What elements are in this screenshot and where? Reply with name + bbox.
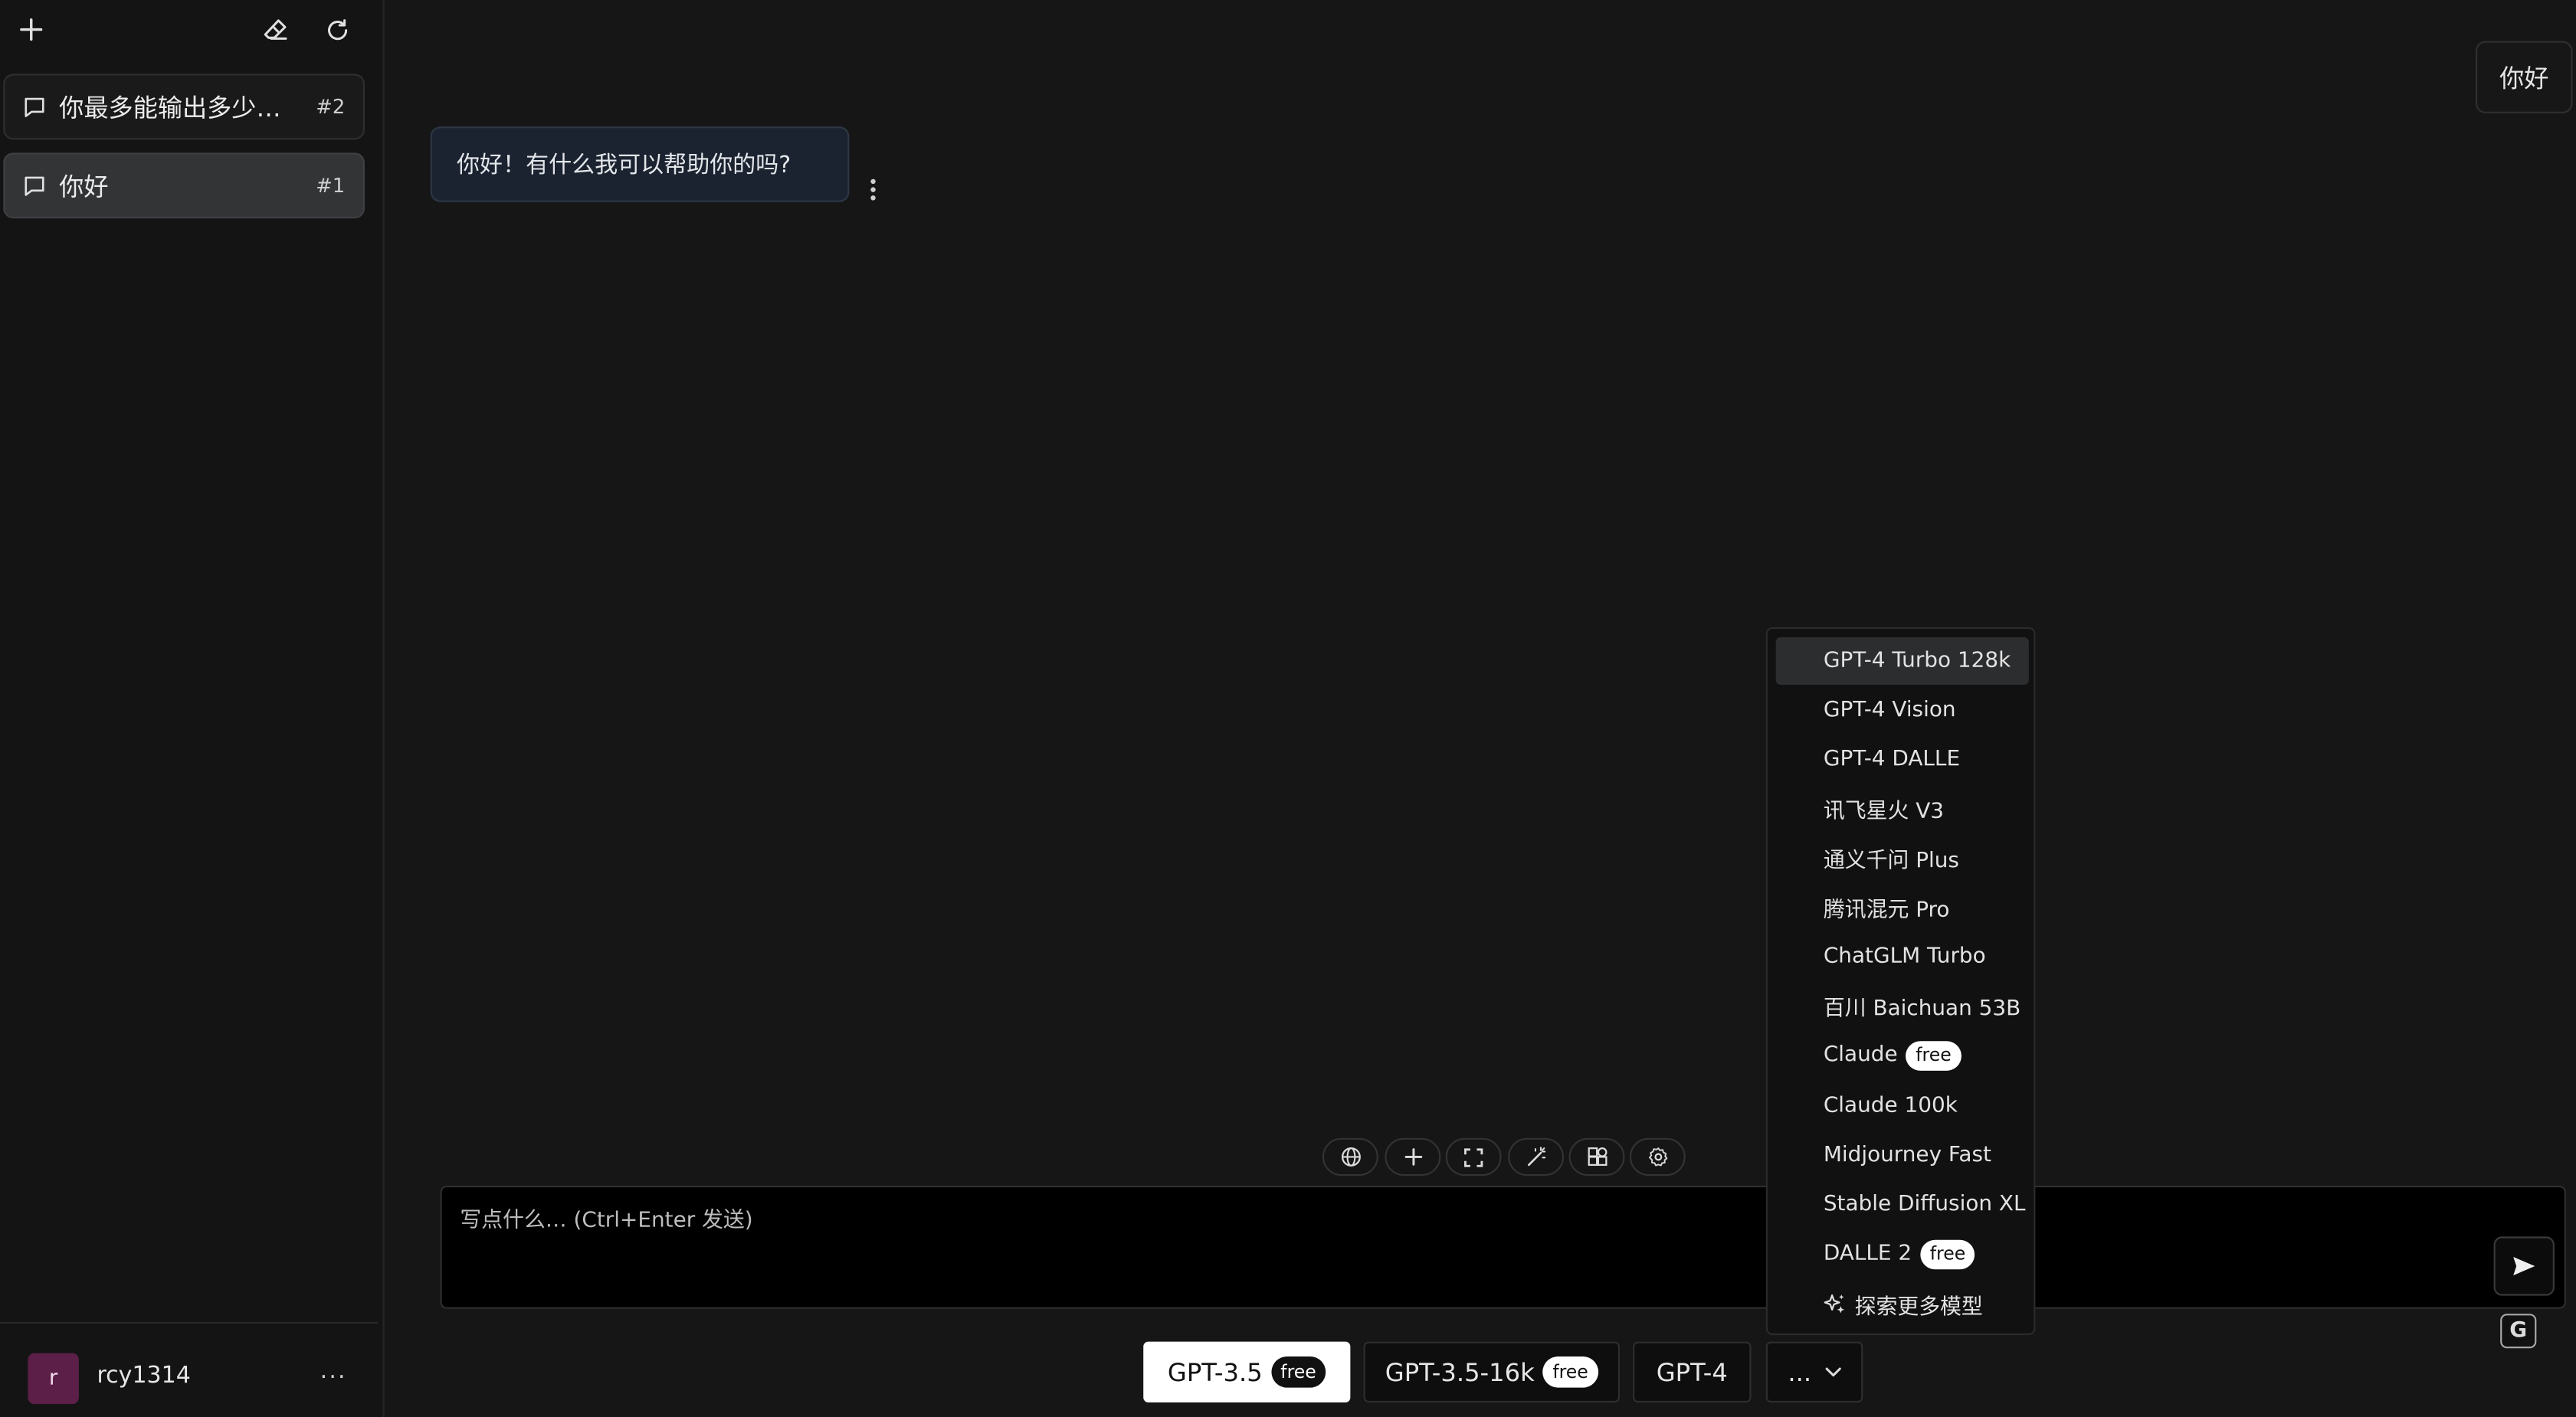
chat-bubble-icon xyxy=(25,176,44,196)
dropdown-item[interactable]: Claude free xyxy=(1776,1031,2029,1078)
g-badge-icon[interactable]: G xyxy=(2500,1314,2537,1349)
refresh-icon[interactable] xyxy=(317,10,356,49)
model-dropdown: GPT-4 Turbo 128k GPT-4 Vision GPT-4 DALL… xyxy=(1765,627,2036,1336)
message-input[interactable] xyxy=(440,1185,2566,1309)
model-more-button[interactable]: ... xyxy=(1765,1341,1863,1402)
dropdown-item-label: DALLE 2 xyxy=(1823,1241,1912,1267)
dropdown-item[interactable]: 讯飞星火 V3 xyxy=(1776,785,2029,833)
username: rcy1314 xyxy=(97,1363,191,1389)
dropdown-item[interactable]: 通义千问 Plus xyxy=(1776,834,2029,882)
dropdown-item[interactable]: GPT-4 Vision xyxy=(1776,686,2029,734)
explore-more-models[interactable]: 探索更多模型 xyxy=(1776,1281,2029,1328)
model-button-gpt35-16k[interactable]: GPT-3.5-16k free xyxy=(1363,1341,1620,1402)
send-icon[interactable] xyxy=(2493,1236,2555,1296)
magic-wand-icon[interactable] xyxy=(1508,1137,1565,1176)
free-badge: free xyxy=(1919,1239,1976,1269)
conversation-title: 你最多能输出多少个... xyxy=(59,93,303,123)
conversation-number: #1 xyxy=(316,174,346,198)
model-label: GPT-4 xyxy=(1656,1357,1728,1387)
dropdown-item[interactable]: DALLE 2 free xyxy=(1776,1230,2029,1278)
dropdown-item[interactable]: 百川 Baichuan 53B xyxy=(1776,982,2029,1029)
free-badge: free xyxy=(1270,1356,1326,1388)
plugin-icon[interactable] xyxy=(1568,1137,1625,1176)
user-message: 你好 xyxy=(2476,41,2573,113)
bot-message: 你好！有什么我可以帮助你的吗? xyxy=(430,126,850,202)
sidebar: 你最多能输出多少个... #2 你好 #1 r rcy1314 ··· xyxy=(0,0,385,1417)
dropdown-item[interactable]: Claude 100k xyxy=(1776,1082,2029,1130)
conversation-number: #2 xyxy=(316,95,346,119)
conversation-item[interactable]: 你最多能输出多少个... #2 xyxy=(3,74,365,140)
sparkle-icon xyxy=(1824,1294,1845,1314)
explore-label: 探索更多模型 xyxy=(1854,1295,1983,1320)
model-button-gpt4[interactable]: GPT-4 xyxy=(1633,1341,1752,1402)
fullscreen-icon[interactable] xyxy=(1445,1137,1502,1176)
conversation-title: 你好 xyxy=(59,172,109,201)
model-label: ... xyxy=(1788,1357,1812,1387)
dropdown-item[interactable]: Midjourney Fast xyxy=(1776,1131,2029,1179)
dropdown-item[interactable]: 腾讯混元 Pro xyxy=(1776,883,2029,931)
more-options-button[interactable]: ··· xyxy=(316,1360,352,1396)
dropdown-item-label: Claude xyxy=(1823,1042,1898,1068)
free-badge: free xyxy=(1906,1040,1961,1070)
dropdown-item[interactable]: GPT-4 DALLE xyxy=(1776,736,2029,784)
model-button-gpt35[interactable]: GPT-3.5 free xyxy=(1143,1341,1351,1402)
avatar[interactable]: r xyxy=(28,1353,79,1405)
dropdown-item[interactable]: ChatGLM Turbo xyxy=(1776,933,2029,980)
plus-icon[interactable] xyxy=(11,10,51,49)
plus-icon[interactable] xyxy=(1385,1137,1441,1176)
conversation-item-active[interactable]: 你好 #1 xyxy=(3,152,365,219)
settings-icon[interactable] xyxy=(1629,1137,1686,1176)
eraser-icon[interactable] xyxy=(256,10,295,49)
dropdown-item[interactable]: GPT-4 Turbo 128k xyxy=(1775,637,2029,686)
sidebar-divider xyxy=(0,1321,379,1324)
dropdown-item[interactable]: Stable Diffusion XL xyxy=(1776,1181,2029,1229)
chat-bubble-icon xyxy=(25,97,44,117)
model-label: GPT-3.5 xyxy=(1167,1357,1263,1387)
message-menu-icon[interactable] xyxy=(859,171,885,207)
model-label: GPT-3.5-16k xyxy=(1385,1357,1535,1387)
globe-icon[interactable] xyxy=(1322,1137,1378,1176)
free-badge: free xyxy=(1542,1356,1598,1388)
chevron-down-icon xyxy=(1824,1367,1841,1377)
